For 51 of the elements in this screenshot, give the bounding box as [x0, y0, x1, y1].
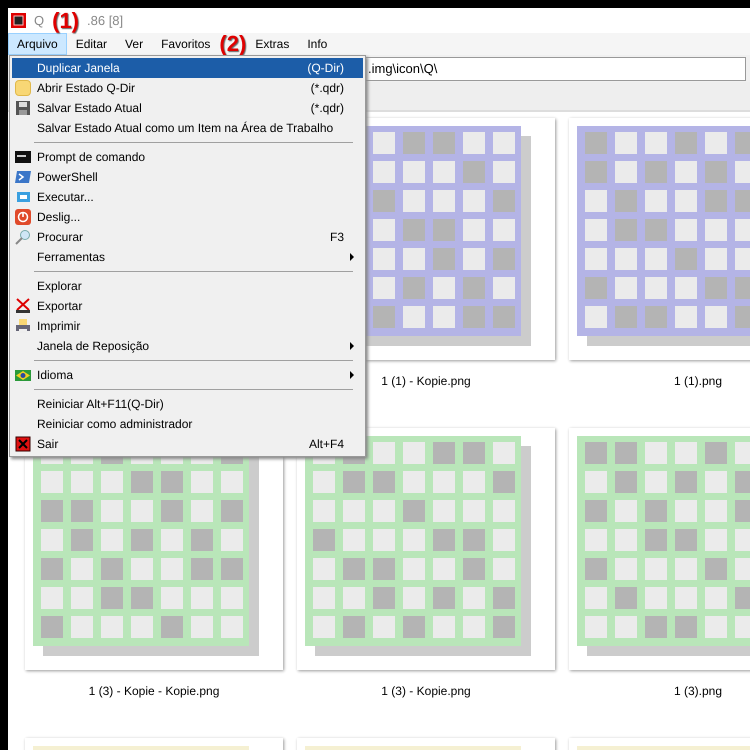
- menu-item[interactable]: Executar...: [12, 187, 363, 207]
- window-title: Q: [34, 12, 44, 30]
- file-tile[interactable]: [297, 428, 555, 670]
- submenu-arrow-icon: [350, 342, 354, 350]
- submenu-arrow-icon: [350, 253, 354, 261]
- menu-item[interactable]: Janela de Reposição: [12, 336, 363, 356]
- menu-item[interactable]: Ferramentas: [12, 247, 363, 267]
- submenu-arrow-icon: [350, 371, 354, 379]
- powershell-icon: [15, 169, 31, 185]
- file-name: 1 (3) - Kopie.png: [381, 683, 471, 700]
- folder-icon: [15, 80, 31, 96]
- flag-icon: [15, 367, 31, 383]
- menu-bar-item[interactable]: Favoritos: [152, 33, 220, 55]
- menu-item[interactable]: Abrir Estado Q-Dir (*.qdr): [12, 78, 363, 98]
- annotation-label: (2): [219, 33, 246, 55]
- cross-icon: [15, 298, 31, 314]
- menu-item[interactable]: Reiniciar como administrador: [12, 414, 363, 434]
- search-icon: [15, 229, 31, 245]
- menu-bar-item[interactable]: Ver: [116, 33, 152, 55]
- power-icon: [15, 209, 31, 225]
- menu-item[interactable]: Duplicar Janela (Q-Dir): [12, 58, 363, 78]
- menu-item[interactable]: PowerShell: [12, 167, 363, 187]
- menu-bar-item[interactable]: Arquivo: [8, 33, 67, 55]
- file-name: 1 (3) - Kopie - Kopie.png: [88, 683, 220, 700]
- menu-item[interactable]: Deslig...: [12, 207, 363, 227]
- menu-item[interactable]: Procurar F3: [12, 227, 363, 247]
- menu-item[interactable]: Idioma: [12, 365, 363, 385]
- menu-item[interactable]: Explorar: [12, 276, 363, 296]
- window-title: .86 [8]: [87, 12, 124, 30]
- menu-item[interactable]: Reiniciar Alt+F11(Q-Dir): [12, 394, 363, 414]
- menu-bar-item[interactable]: Extras: [246, 33, 298, 55]
- file-name: 1 (3).png: [674, 683, 722, 700]
- close-icon: [15, 436, 31, 452]
- run-window-icon: [15, 189, 31, 205]
- file-tile[interactable]: [569, 118, 750, 360]
- menu-item[interactable]: Prompt de comando: [12, 147, 363, 167]
- menu-item[interactable]: Imprimir: [12, 316, 363, 336]
- annotation-label: (1): [52, 10, 80, 32]
- file-name: 1 (1).png: [674, 373, 722, 390]
- app-icon: [11, 13, 26, 28]
- menu-item[interactable]: Salvar Estado Atual como um Item na Área de Trabalho: [12, 118, 363, 138]
- menu-bar-item[interactable]: Editar: [66, 33, 116, 55]
- printer-icon: [15, 318, 31, 334]
- address-field[interactable]: .img\icon\Q\: [363, 56, 746, 80]
- file-name: 1 (1) - Kopie.png: [381, 373, 471, 390]
- menu-item[interactable]: Exportar: [12, 296, 363, 316]
- command-prompt-icon: [15, 149, 31, 165]
- file-tile[interactable]: [569, 428, 750, 670]
- menu-bar-item[interactable]: Info: [298, 33, 336, 55]
- menu-item[interactable]: Salvar Estado Atual (*.qdr): [12, 98, 363, 118]
- menu-item[interactable]: Sair Alt+F4: [12, 434, 363, 454]
